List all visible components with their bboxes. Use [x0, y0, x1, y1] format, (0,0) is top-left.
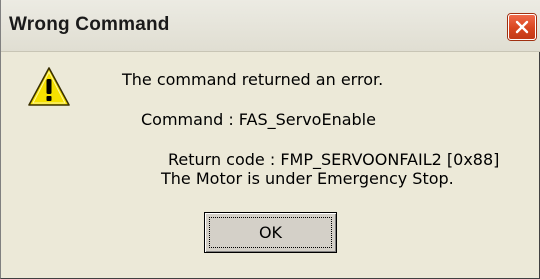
close-icon — [515, 20, 529, 34]
window-title: Wrong Command — [9, 14, 170, 35]
return-code-text: Return code : FMP_SERVOONFAIL2 [0x88] — [168, 150, 500, 169]
warning-icon — [28, 67, 70, 106]
command-text: Command : FAS_ServoEnable — [141, 110, 376, 129]
status-detail-text: The Motor is under Emergency Stop. — [161, 169, 454, 188]
close-button[interactable] — [508, 14, 536, 40]
error-message: The command returned an error. — [122, 70, 384, 89]
ok-button[interactable]: OK — [204, 212, 337, 253]
title-bar[interactable]: Wrong Command — [1, 0, 540, 52]
error-dialog-window: Wrong Command The command returned an er… — [0, 0, 540, 279]
